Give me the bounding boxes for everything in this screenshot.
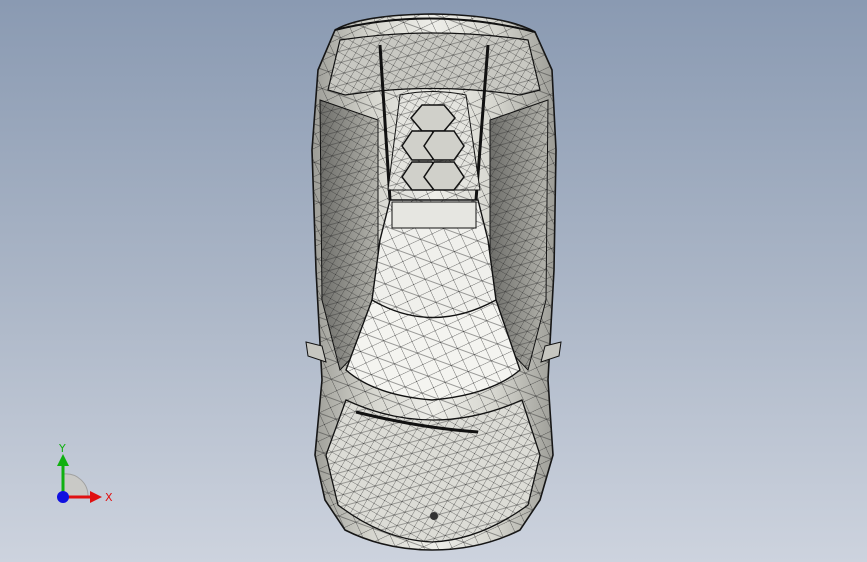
y-axis-label: Y [58,442,66,455]
triad-rotation-arc [63,473,89,497]
x-axis-arrow [90,491,102,503]
z-axis-dot [57,491,69,503]
graphics-viewport[interactable]: Y X [0,0,867,562]
engine-cover-hexagons [387,91,481,191]
coordinate-triad: Y X [57,442,113,504]
car-wireframe-model[interactable] [0,0,867,562]
y-axis-arrow [57,454,69,466]
x-axis-label: X [105,491,113,504]
